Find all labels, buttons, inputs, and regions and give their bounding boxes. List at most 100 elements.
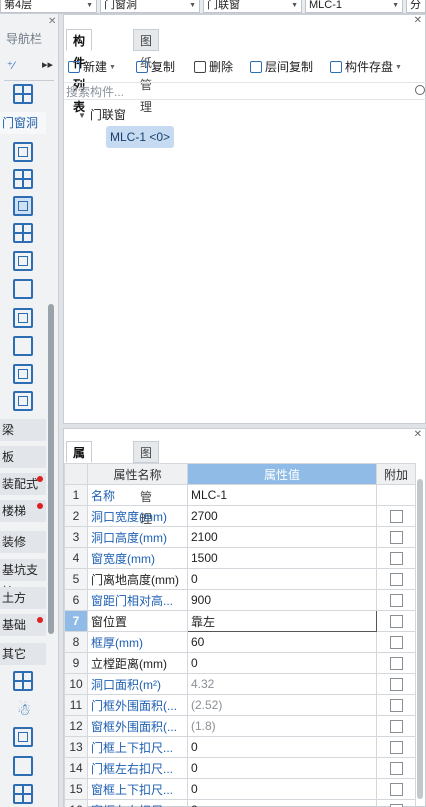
add-checkbox[interactable] bbox=[389, 741, 403, 755]
niche-icon[interactable] bbox=[13, 364, 33, 384]
add-checkbox[interactable] bbox=[389, 657, 403, 671]
add-checkbox[interactable] bbox=[389, 783, 403, 797]
property-value[interactable]: (1.8) bbox=[187, 715, 377, 737]
add-checkbox[interactable] bbox=[389, 510, 403, 524]
opening-icon[interactable] bbox=[13, 251, 33, 271]
tab-component-list[interactable]: 构件列表 bbox=[66, 29, 93, 114]
property-scrollbar[interactable] bbox=[417, 479, 423, 799]
table-row[interactable]: 11 门框外围面积(... (2.52) bbox=[64, 694, 416, 716]
add-checkbox[interactable] bbox=[389, 678, 403, 692]
tree-item-mlc1[interactable]: MLC-1 <0> bbox=[106, 126, 175, 148]
add-checkbox[interactable] bbox=[389, 531, 403, 545]
nav-scrollbar[interactable] bbox=[48, 304, 54, 634]
nav-cat-slab[interactable]: 板 bbox=[0, 446, 46, 468]
tree-group[interactable]: ▼ 门联窗 bbox=[78, 106, 126, 123]
nav-cat-prefab[interactable]: 装配式 bbox=[0, 473, 46, 495]
add-checkbox[interactable] bbox=[389, 552, 403, 566]
nav-cat-pit-support[interactable]: 基坑支护 bbox=[0, 559, 46, 599]
add-checkbox[interactable] bbox=[389, 594, 403, 608]
bay-window-icon[interactable] bbox=[13, 336, 33, 356]
add-checkbox[interactable] bbox=[389, 636, 403, 650]
copy-button[interactable]: 复制 bbox=[136, 59, 175, 75]
nav-cat-finishing[interactable]: 装修 bbox=[0, 531, 46, 553]
grid-icon[interactable] bbox=[13, 84, 33, 104]
expand-icon[interactable]: ▸▸ bbox=[42, 58, 53, 71]
property-value[interactable]: 0 bbox=[187, 778, 377, 800]
property-value[interactable]: 0 bbox=[187, 736, 377, 758]
component-select[interactable]: MLC-1 ▼ bbox=[305, 0, 403, 13]
add-checkbox[interactable] bbox=[389, 762, 403, 776]
header-property-value[interactable]: 属性值 bbox=[187, 463, 377, 485]
nav-cat-stairs[interactable]: 楼梯 bbox=[0, 500, 46, 522]
door-icon[interactable] bbox=[13, 142, 33, 162]
add-checkbox[interactable] bbox=[389, 720, 403, 734]
table-row[interactable]: 9 立樘距离(mm) 0 bbox=[64, 652, 416, 674]
hatch-icon[interactable] bbox=[13, 671, 33, 691]
table-row[interactable]: 5 门离地高度(mm) 0 bbox=[64, 568, 416, 590]
close-icon[interactable]: ✕ bbox=[48, 16, 56, 27]
door-window-icon[interactable] bbox=[13, 196, 33, 216]
tab-property-list[interactable]: 属性列表 bbox=[66, 441, 93, 526]
table-row[interactable]: 3 洞口高度(mm) 2100 bbox=[64, 526, 416, 548]
property-value[interactable]: 靠左 bbox=[187, 610, 377, 632]
add-cell bbox=[376, 631, 416, 653]
property-value[interactable]: 0 bbox=[187, 757, 377, 779]
table-row[interactable]: 12 窗框外围面积(... (1.8) bbox=[64, 715, 416, 737]
nav-cat-foundation[interactable]: 基础 bbox=[0, 614, 46, 636]
chevron-down-icon[interactable]: ▼ bbox=[78, 111, 86, 120]
window-icon[interactable] bbox=[13, 169, 33, 189]
tab-drawing-management[interactable]: 图纸管理 bbox=[133, 29, 160, 114]
property-value[interactable]: MLC-1 bbox=[187, 484, 377, 506]
table-row[interactable]: 7 窗位置 靠左 bbox=[64, 610, 416, 632]
new-button[interactable]: 新建 ▼ bbox=[68, 59, 116, 75]
table-row[interactable]: 6 窗距门相对高... 900 bbox=[64, 589, 416, 611]
nav-cat-door-window[interactable]: 门窗洞 bbox=[0, 112, 46, 134]
table-row[interactable]: 2 洞口宽度(mm) 2700 bbox=[64, 505, 416, 527]
frame-icon[interactable] bbox=[13, 391, 33, 411]
floor-copy-button[interactable]: 层间复制 bbox=[250, 59, 313, 75]
column-grid-icon[interactable] bbox=[13, 784, 33, 804]
table-row[interactable]: 8 框厚(mm) 60 bbox=[64, 631, 416, 653]
tab-layer-management[interactable]: 图层管理 bbox=[133, 441, 160, 526]
panel-icon[interactable] bbox=[13, 727, 33, 747]
close-icon[interactable]: ✕ bbox=[414, 15, 422, 26]
property-value[interactable]: 2100 bbox=[187, 526, 377, 548]
extra-select[interactable]: 分 bbox=[406, 0, 426, 13]
nav-cat-other[interactable]: 其它 bbox=[0, 643, 46, 665]
search-icon[interactable] bbox=[415, 85, 425, 95]
property-value[interactable]: 4.32 bbox=[187, 673, 377, 695]
property-value[interactable]: 900 bbox=[187, 589, 377, 611]
table-row[interactable]: 15 窗框上下扣尺... 0 bbox=[64, 778, 416, 800]
category-select[interactable]: 门窗洞 ▼ bbox=[100, 0, 200, 13]
nav-cat-beam[interactable]: 梁 bbox=[0, 419, 46, 441]
property-value[interactable]: (2.52) bbox=[187, 694, 377, 716]
pin-icon[interactable]: ⁺⁄ bbox=[7, 59, 15, 72]
person-icon[interactable]: ☃ bbox=[13, 700, 33, 720]
property-value[interactable]: 1500 bbox=[187, 547, 377, 569]
delete-button[interactable]: 删除 bbox=[194, 59, 233, 75]
property-value[interactable]: 2700 bbox=[187, 505, 377, 527]
save-component-button[interactable]: 构件存盘 ▼ bbox=[330, 59, 402, 75]
search-input[interactable] bbox=[66, 84, 406, 99]
nav-cat-earthwork[interactable]: 土方 bbox=[0, 587, 46, 609]
property-value[interactable]: 0 bbox=[187, 652, 377, 674]
table-row[interactable]: 16窗框左右扣尺...0 bbox=[64, 799, 416, 807]
add-checkbox[interactable] bbox=[389, 615, 403, 629]
property-value[interactable]: 0 bbox=[187, 799, 377, 807]
wall-hole-icon[interactable] bbox=[13, 279, 33, 299]
add-checkbox[interactable] bbox=[389, 573, 403, 587]
property-value[interactable]: 0 bbox=[187, 568, 377, 590]
lintel-icon[interactable] bbox=[13, 308, 33, 328]
property-value[interactable]: 60 bbox=[187, 631, 377, 653]
table-row[interactable]: 14 门框左右扣尺... 0 bbox=[64, 757, 416, 779]
add-checkbox[interactable] bbox=[389, 699, 403, 713]
table-row[interactable]: 4 窗宽度(mm) 1500 bbox=[64, 547, 416, 569]
table-row[interactable]: 13 门框上下扣尺... 0 bbox=[64, 736, 416, 758]
cube-icon[interactable] bbox=[13, 756, 33, 776]
type-select[interactable]: 门联窗 ▼ bbox=[203, 0, 302, 13]
table-row[interactable]: 1 名称 MLC-1 bbox=[64, 484, 416, 506]
wall-opening-icon[interactable] bbox=[13, 223, 33, 243]
table-row[interactable]: 10 洞口面积(m²) 4.32 bbox=[64, 673, 416, 695]
floor-select[interactable]: 第4层 ▼ bbox=[0, 0, 97, 13]
close-icon[interactable]: ✕ bbox=[414, 429, 422, 440]
